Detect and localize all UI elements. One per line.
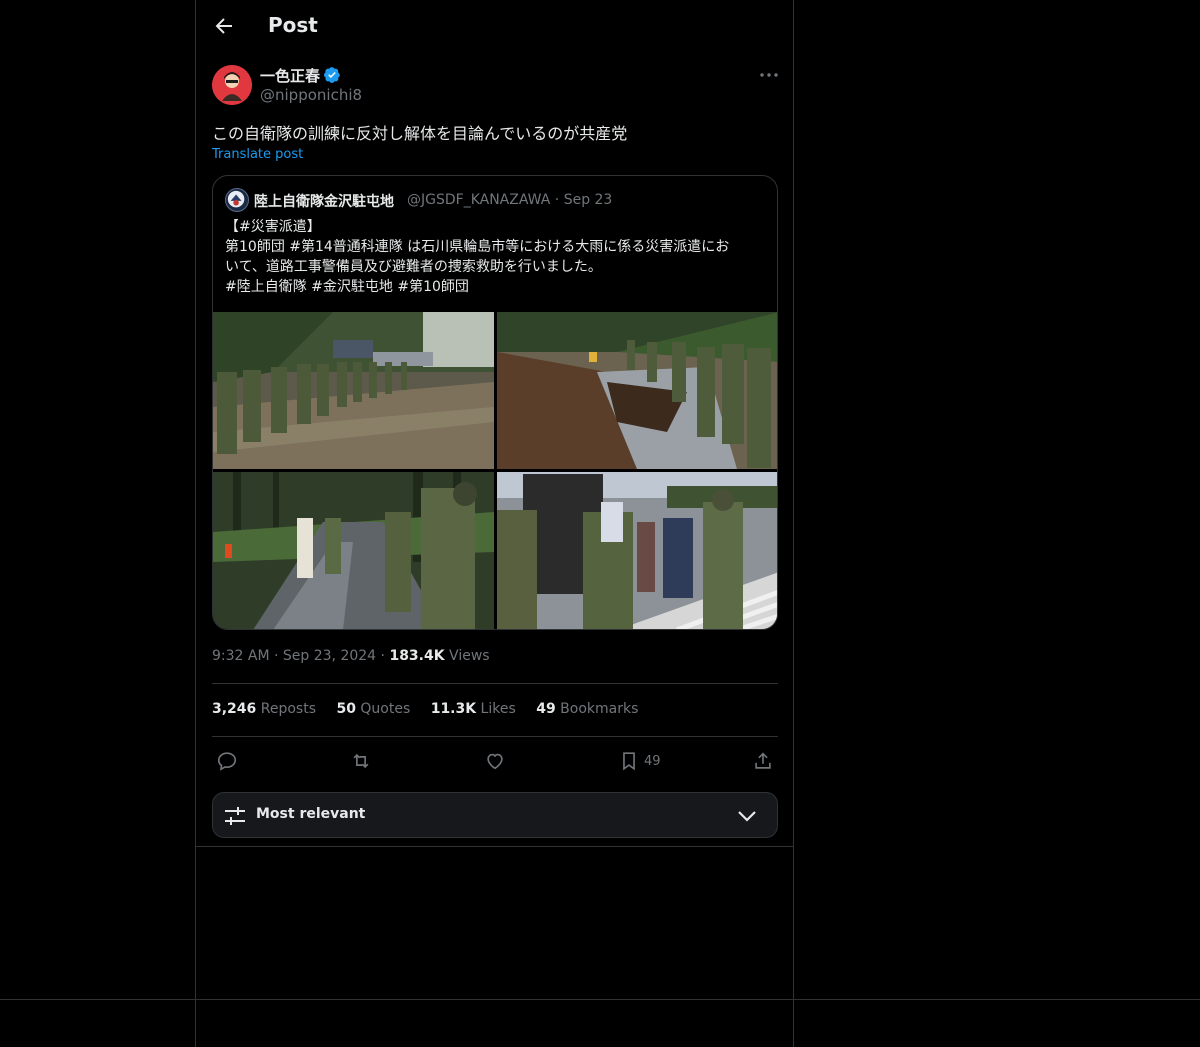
divider [212,736,778,737]
page-title: Post [268,13,318,37]
author-name[interactable]: 一色正春 [260,65,320,86]
back-arrow-icon[interactable] [212,14,236,38]
quoted-text-line: いて、道路工事警備員及び避難者の捜索救助を行いました。 [225,259,602,275]
author-avatar[interactable] [212,65,252,105]
post-date[interactable]: Sep 23, 2024 [283,648,376,664]
reposts-count: 3,246 [212,701,257,717]
likes-stat[interactable]: 11.3K Likes [431,701,516,717]
main-column: Post 一色正春 @nipponichi8 この自衛隊の訓練に反対し解体を目論… [195,0,794,1047]
post-metadata: 9:32 AM · Sep 23, 2024 · 183.4K Views [212,648,490,664]
reply-sort-dropdown[interactable]: Most relevant [212,792,778,838]
divider [212,683,778,684]
like-heart-icon[interactable] [484,750,506,774]
reposts-label: Reposts [260,701,316,717]
quotes-label: Quotes [360,701,411,717]
translate-link[interactable]: Translate post [212,147,303,162]
photo-forest-road-search[interactable] [213,472,494,629]
bookmark-button[interactable]: 49 [618,750,668,774]
quoted-author-avatar[interactable] [225,188,249,212]
share-icon[interactable] [752,750,774,774]
more-options-icon[interactable] [758,66,780,84]
reply-icon[interactable] [216,750,238,774]
quoted-text-line: 第10師団 #第14普通科連隊 は石川県輪島市等における大雨に係る災害派遣にお [225,239,730,255]
repost-icon[interactable] [350,750,372,774]
quotes-count: 50 [336,701,356,717]
quoted-text-line: 【#災害派遣】 [225,219,321,235]
quoted-author-name: 陸上自衛隊金沢駐屯地 [254,194,394,210]
quoted-post-date: Sep 23 [563,192,613,208]
quotes-stat[interactable]: 50 Quotes [336,701,410,717]
reposts-stat[interactable]: 3,246 Reposts [212,701,316,717]
likes-label: Likes [480,701,516,717]
photo-evacuee-assistance[interactable] [497,472,777,629]
sliders-icon [225,807,245,825]
photo-collapsed-road[interactable] [497,312,777,469]
post-time[interactable]: 9:32 AM [212,648,270,664]
views-count: 183.4K [389,648,445,664]
bookmarks-stat[interactable]: 49 Bookmarks [536,701,638,717]
photo-soldiers-mud-road[interactable] [213,312,494,469]
bookmarks-count: 49 [536,701,556,717]
quoted-author-meta: @JGSDF_KANAZAWA · Sep 23 [407,192,613,208]
post-text: この自衛隊の訓練に反対し解体を目論んでいるのが共産党 [212,124,628,143]
header: Post [196,0,793,53]
verified-badge-icon [323,66,341,84]
engagement-stats: 3,246 Reposts 50 Quotes 11.3K Likes 49 B… [212,701,654,717]
bookmark-count: 49 [644,754,661,769]
views-label: Views [449,648,490,664]
sort-label: Most relevant [256,806,366,822]
chevron-down-icon [738,811,756,822]
quoted-author-handle: @JGSDF_KANAZAWA [407,192,551,208]
media-grid [213,312,777,629]
quoted-post-text: 【#災害派遣】 第10師団 #第14普通科連隊 は石川県輪島市等における大雨に係… [225,217,765,297]
divider [196,846,793,847]
quoted-post[interactable]: 陸上自衛隊金沢駐屯地 @JGSDF_KANAZAWA · Sep 23 【#災害… [212,175,778,630]
bookmarks-label: Bookmarks [560,701,639,717]
author-handle[interactable]: @nipponichi8 [260,86,362,104]
bookmark-icon [623,752,635,771]
likes-count: 11.3K [430,701,477,717]
quoted-text-line: #陸上自衛隊 #金沢駐屯地 #第10師団 [225,279,469,295]
